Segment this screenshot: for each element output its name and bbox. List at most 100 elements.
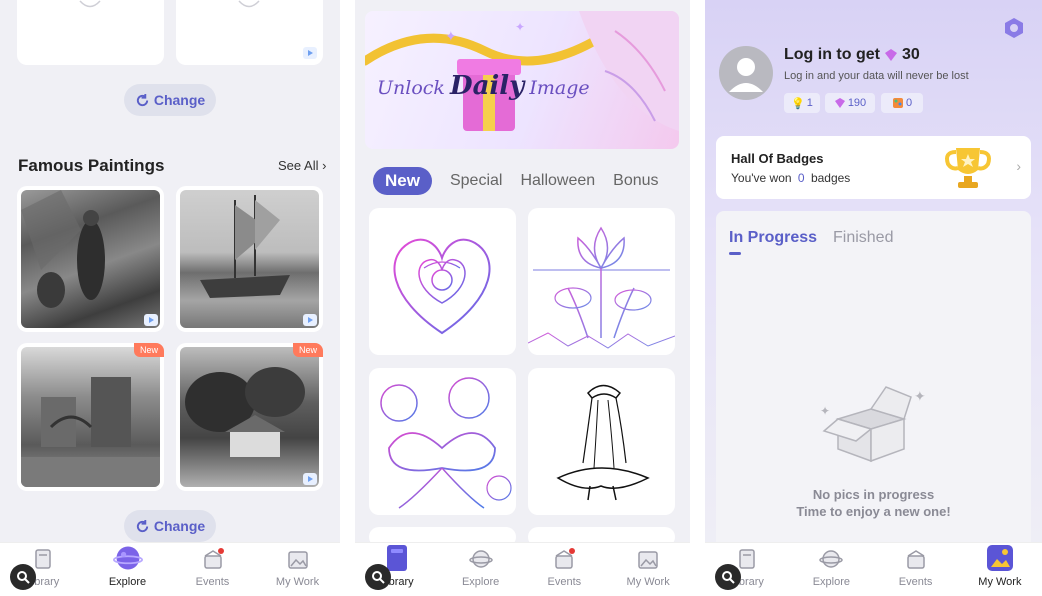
see-all-label: See All (278, 158, 319, 173)
tab-label: Explore (812, 576, 851, 588)
bulb-count: 1 (806, 97, 813, 109)
badges-count: 0 (797, 171, 805, 185)
section-title: Famous Paintings (18, 156, 165, 175)
artwork-card[interactable] (176, 0, 323, 65)
bottom-tab-bar: Library Explore Events My Work (705, 542, 1042, 596)
tab-label: Explore (461, 576, 500, 588)
coloring-card[interactable] (369, 368, 516, 515)
tab-explore[interactable]: Explore (85, 543, 170, 596)
coloring-card[interactable] (527, 208, 676, 355)
magnifier-icon (722, 571, 735, 584)
picture-frame-icon (638, 551, 658, 569)
tab-label: Events (195, 576, 230, 588)
coloring-card[interactable] (369, 208, 516, 355)
planet-icon (819, 550, 844, 568)
painting-card[interactable] (17, 186, 164, 332)
tab-label: Events (898, 576, 933, 588)
tab-bonus[interactable]: Bonus (613, 172, 658, 190)
tab-my-work[interactable]: My Work (958, 543, 1042, 596)
zoom-button[interactable] (365, 564, 391, 590)
video-icon (303, 314, 317, 326)
badges-sub-pre: You've won (731, 171, 792, 185)
category-tabs: New Special Halloween Bonus (373, 167, 659, 195)
badges-subtitle: You've won 0 badges (731, 171, 850, 185)
progress-panel: In Progress Finished ✦ ✦ No pics in prog… (716, 211, 1031, 551)
lotus-artwork (527, 226, 676, 349)
change-button[interactable]: Change (124, 510, 216, 542)
tab-special[interactable]: Special (450, 172, 502, 190)
tab-new[interactable]: New (373, 167, 432, 195)
picture-frame-icon (287, 551, 308, 569)
painting-card[interactable] (176, 186, 323, 332)
planet-icon (112, 546, 143, 570)
painting-image (180, 347, 319, 487)
change-button[interactable]: Change (124, 84, 216, 116)
stat-chip: 💡 1 (784, 93, 820, 113)
see-all-link[interactable]: See All › (278, 158, 326, 173)
tab-events[interactable]: Events (170, 543, 255, 596)
settings-hexagon-icon[interactable] (1003, 17, 1025, 39)
stat-chip: 0 (881, 93, 923, 113)
tab-explore[interactable]: Explore (439, 543, 523, 596)
coloring-card[interactable] (528, 368, 675, 515)
chevron-right-icon: › (318, 158, 327, 173)
video-icon (303, 473, 317, 485)
tab-label: My Work (275, 576, 320, 588)
lightbulb-icon: 💡 (791, 97, 805, 110)
painting-image (21, 190, 160, 328)
zoom-button[interactable] (10, 564, 36, 590)
banner-word: Unlock (377, 77, 445, 99)
user-silhouette-icon (729, 58, 763, 92)
stat-chip: 190 (825, 93, 875, 113)
refresh-icon (136, 519, 148, 532)
tab-in-progress[interactable]: In Progress (729, 229, 817, 255)
daily-image-banner[interactable]: ✦ ✦ Unlock Daily Image (365, 11, 679, 149)
empty-box-icon: ✦ ✦ (820, 386, 926, 463)
login-title-text: Log in to get (784, 46, 880, 63)
artwork-card[interactable] (17, 0, 164, 65)
bottom-tab-bar: Library Explore Events My Work (0, 542, 340, 596)
butterfly-flowers-artwork (380, 377, 512, 509)
empty-line1: No pics in progress (812, 487, 935, 502)
new-badge: New (292, 343, 323, 357)
avatar[interactable] (719, 46, 773, 100)
flower-outline-icon (79, 0, 101, 8)
girl-sketch-artwork (556, 384, 650, 501)
gift-box-icon (555, 548, 576, 569)
svg-text:✦: ✦ (515, 20, 525, 34)
refresh-icon (136, 93, 148, 106)
change-label: Change (153, 92, 206, 108)
login-amount: 30 (901, 46, 920, 63)
magnifier-icon (372, 571, 385, 584)
banner-word: Daily (450, 71, 525, 101)
active-tab-indicator (729, 252, 741, 255)
tab-finished[interactable]: Finished (833, 229, 893, 247)
svg-text:✦: ✦ (820, 404, 830, 418)
painting-card[interactable]: New (17, 343, 164, 491)
tab-events[interactable]: Events (523, 543, 607, 596)
my-work-screen: Log in to get 30 Log in and your data wi… (705, 0, 1042, 596)
gem-icon (884, 49, 897, 61)
gift-box-icon (906, 550, 925, 569)
tab-label: My Work (978, 576, 1022, 588)
tab-in-progress-label: In Progress (729, 229, 818, 246)
tab-my-work[interactable]: My Work (606, 543, 690, 596)
new-badge: New (133, 343, 164, 357)
zoom-button[interactable] (715, 564, 741, 590)
painting-image (180, 190, 319, 328)
painting-card[interactable]: New (176, 343, 323, 491)
change-label: Change (153, 518, 206, 534)
tab-label: My Work (626, 576, 670, 588)
tab-explore[interactable]: Explore (789, 543, 873, 596)
tab-halloween[interactable]: Halloween (520, 172, 595, 190)
explore-screen: Change Famous Paintings See All › New Ne… (0, 0, 340, 596)
hall-of-badges-card[interactable]: Hall Of Badges You've won 0 badges › (716, 136, 1031, 199)
svg-text:✦: ✦ (914, 388, 926, 404)
empty-line2: Time to enjoy a new one! (796, 504, 951, 519)
tab-my-work[interactable]: My Work (255, 543, 340, 596)
tab-events[interactable]: Events (874, 543, 958, 596)
login-title[interactable]: Log in to get 30 (784, 46, 920, 64)
login-subtitle: Log in and your data will never be lost (784, 70, 969, 82)
badges-title: Hall Of Badges (731, 151, 824, 166)
video-icon (303, 47, 317, 59)
